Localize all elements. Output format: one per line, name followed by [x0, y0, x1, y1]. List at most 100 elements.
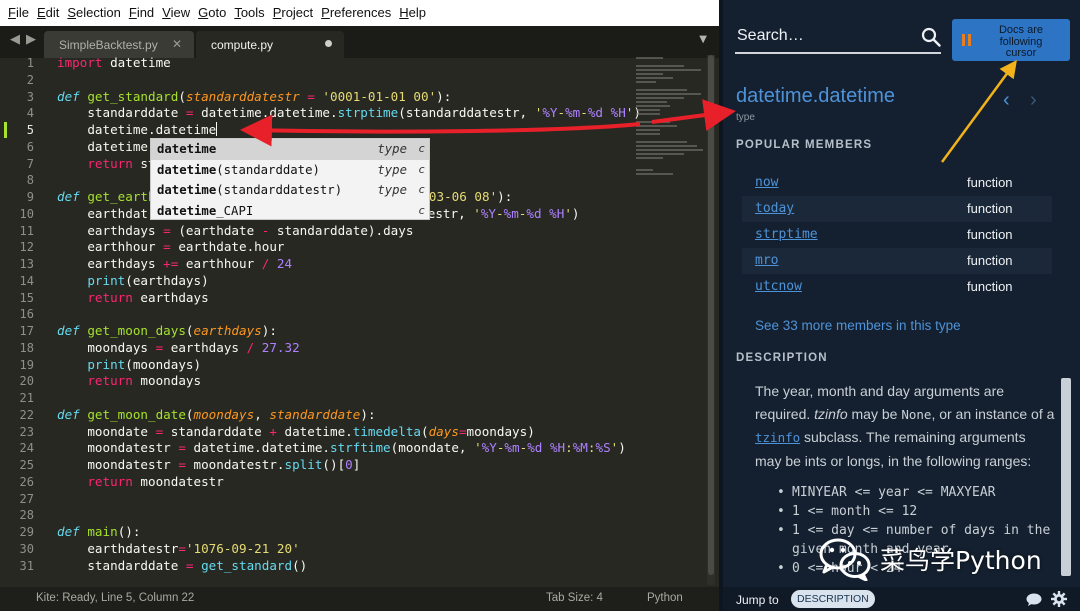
code-line[interactable]: def get_standard(standarddatestr = '0001…: [57, 89, 637, 106]
autocomplete-item[interactable]: datetime_CAPI c: [151, 201, 429, 222]
syntax-indicator[interactable]: Python: [647, 592, 683, 604]
menu-tools[interactable]: Tools: [230, 0, 268, 26]
doc-title: datetime.datetime: [736, 85, 895, 107]
line-number: 18: [19, 340, 34, 355]
line-number: 15: [19, 290, 34, 305]
code-line[interactable]: standarddate = datetime.datetime.strptim…: [57, 105, 641, 122]
code-line[interactable]: [57, 306, 637, 323]
menu-help[interactable]: Help: [395, 0, 430, 26]
line-number: 13: [19, 257, 34, 271]
code-line[interactable]: def get_moon_days(earthdays):: [57, 323, 637, 340]
member-link[interactable]: mro: [755, 248, 778, 274]
menu-project[interactable]: Project: [269, 0, 317, 26]
code-line[interactable]: moondatestr = moondatestr.split()[0]: [57, 457, 637, 474]
tab-compute[interactable]: compute.py: [196, 31, 344, 58]
jump-to-description-button[interactable]: DESCRIPTION: [791, 590, 875, 608]
code-line[interactable]: standarddate = get_standard(): [57, 558, 637, 575]
member-link[interactable]: now: [755, 170, 778, 196]
autocomplete-item[interactable]: datetime type c: [151, 139, 429, 160]
member-row: mro function: [742, 248, 1052, 274]
autocomplete-item[interactable]: datetime(standarddate) type c: [151, 160, 429, 181]
wechat-icon: [819, 538, 871, 581]
code-line[interactable]: earthdays += earthhour / 24: [57, 256, 637, 273]
scrollbar-thumb[interactable]: [708, 55, 714, 575]
back-chevron-icon[interactable]: ‹: [1003, 89, 1010, 112]
tab-dropdown-icon[interactable]: ▼: [699, 34, 707, 45]
menu-file[interactable]: File: [4, 0, 33, 26]
line-number-current: 5: [26, 123, 34, 137]
code-line[interactable]: import datetime: [57, 55, 637, 72]
follow-cursor-label: Docs are following cursor: [998, 24, 1044, 59]
menu-view[interactable]: View: [158, 0, 194, 26]
code-line[interactable]: earthdays = (earthdate - standarddate).d…: [57, 223, 637, 240]
code-line[interactable]: earthhour = earthdate.hour: [57, 239, 637, 256]
code-area[interactable]: import datetime def get_standard(standar…: [57, 55, 641, 575]
tab-right-arrow-icon[interactable]: ▶: [26, 32, 36, 47]
member-link[interactable]: strptime: [755, 222, 818, 248]
popular-members-heading: POPULAR MEMBERS: [736, 139, 873, 151]
code-line[interactable]: moondatestr = datetime.datetime.strftime…: [57, 440, 637, 457]
member-link[interactable]: utcnow: [755, 274, 802, 300]
autocomplete-item[interactable]: datetime(standarddatestr) type c: [151, 180, 429, 201]
line-number: 9: [26, 190, 34, 204]
code-line[interactable]: moondate = standarddate + datetime.timed…: [57, 424, 637, 441]
search-input[interactable]: Search…: [737, 27, 804, 45]
code-line-current[interactable]: datetime.datetime: [57, 122, 637, 139]
close-icon[interactable]: ✕: [172, 37, 182, 51]
gear-icon[interactable]: [1051, 591, 1067, 607]
code-line[interactable]: moondays = earthdays / 27.32: [57, 340, 637, 357]
code-line[interactable]: [57, 491, 637, 508]
member-row: utcnow function: [742, 274, 1052, 300]
docs-footer: Jump to DESCRIPTION: [723, 587, 1080, 611]
forward-chevron-icon[interactable]: ›: [1030, 89, 1037, 112]
menu-find[interactable]: Find: [125, 0, 158, 26]
tab-size-indicator[interactable]: Tab Size: 4: [546, 592, 603, 604]
tab-bar: ◀ ▶ SimpleBacktest.py ✕ compute.py ▼: [0, 26, 719, 58]
menu-preferences[interactable]: Preferences: [317, 0, 395, 26]
line-number: 29: [19, 525, 34, 539]
watermark: 菜鸟学Python: [818, 537, 1042, 581]
line-number: 16: [19, 307, 34, 322]
docs-scrollbar[interactable]: [1061, 378, 1071, 576]
line-number: 12: [19, 240, 34, 255]
member-link[interactable]: today: [755, 196, 794, 222]
code-line[interactable]: earthdatestr='1076-09-21 20': [57, 541, 637, 558]
menu-goto[interactable]: Goto: [194, 0, 230, 26]
line-number: 11: [19, 223, 34, 238]
search-underline: [735, 52, 941, 54]
code-line[interactable]: def main():: [57, 524, 637, 541]
line-number: 19: [19, 357, 34, 372]
member-row: today function: [742, 196, 1052, 222]
see-more-members-link[interactable]: See 33 more members in this type: [755, 318, 961, 333]
code-line[interactable]: return moondays: [57, 373, 637, 390]
code-line[interactable]: return earthdays: [57, 290, 637, 307]
description-heading: DESCRIPTION: [736, 352, 828, 364]
code-line[interactable]: print(earthdays): [57, 273, 637, 290]
menu-edit[interactable]: Edit: [33, 0, 63, 26]
line-number: 4: [26, 106, 34, 121]
line-number: 30: [19, 541, 34, 556]
line-number: 31: [19, 558, 34, 573]
search-icon[interactable]: [921, 27, 941, 47]
autocomplete-popup: datetime type c datetime(standarddate) type…: [150, 138, 430, 220]
member-row: strptime function: [742, 222, 1052, 248]
line-number: 7: [26, 156, 34, 171]
tab-left-arrow-icon[interactable]: ◀: [10, 32, 20, 47]
code-line[interactable]: [57, 507, 637, 524]
line-number: 6: [26, 139, 34, 154]
tab-simplebacktest[interactable]: SimpleBacktest.py ✕: [44, 31, 194, 58]
code-line[interactable]: [57, 72, 637, 89]
code-line[interactable]: def get_moon_date(moondays, standarddate…: [57, 407, 637, 424]
code-line[interactable]: print(moondays): [57, 357, 637, 374]
vertical-scrollbar[interactable]: [707, 55, 715, 585]
chat-icon[interactable]: [1026, 593, 1042, 606]
line-number-gutter: 1 2 3 4 5 6 7 8 9 10 11 12 13 14 15 16 1…: [0, 55, 46, 574]
code-line[interactable]: [57, 390, 637, 407]
tzinfo-link[interactable]: tzinfo: [755, 430, 800, 445]
code-line[interactable]: return moondatestr: [57, 474, 637, 491]
unsaved-dot-icon[interactable]: [325, 40, 332, 47]
follow-cursor-button[interactable]: Docs are following cursor: [952, 19, 1070, 61]
minimap[interactable]: [636, 55, 704, 175]
line-number: 24: [19, 441, 34, 456]
menu-selection[interactable]: Selection: [63, 0, 124, 26]
